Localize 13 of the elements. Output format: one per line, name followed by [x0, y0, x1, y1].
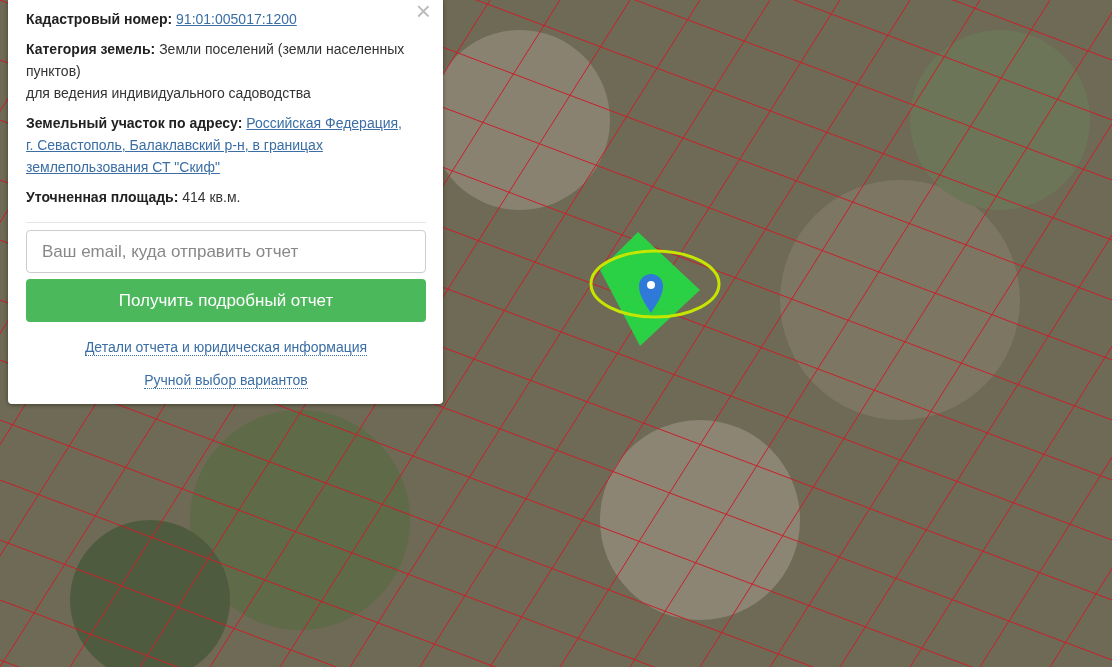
- field-label: Кадастровый номер:: [26, 11, 173, 27]
- field-note: для ведения индивидуального садоводства: [26, 84, 312, 103]
- field-link[interactable]: землепользования СТ "Скиф": [26, 159, 220, 175]
- map-pin-icon[interactable]: [639, 274, 663, 313]
- field-text: Уточненная площадь: 414 кв.м.: [26, 188, 242, 207]
- popup-link[interactable]: Ручной выбор вариантов: [144, 372, 308, 389]
- field-link[interactable]: 91:01:005017:1200: [176, 11, 297, 27]
- field-link[interactable]: г. Севастополь, Балаклавский р-н, в границах: [26, 137, 323, 153]
- popup-link[interactable]: Детали отчета и юридическая информация: [84, 339, 368, 356]
- email-field[interactable]: Ваш email, куда отправить отчет: [26, 230, 426, 273]
- field-link[interactable]: Российская Федерация,: [246, 115, 402, 131]
- field-text: Категория земель: Земли поселений (земли населенных пунктов) для ведения индивидуального садоводства: [26, 38, 426, 104]
- field-label: Земельный участок по адресу:: [26, 115, 243, 131]
